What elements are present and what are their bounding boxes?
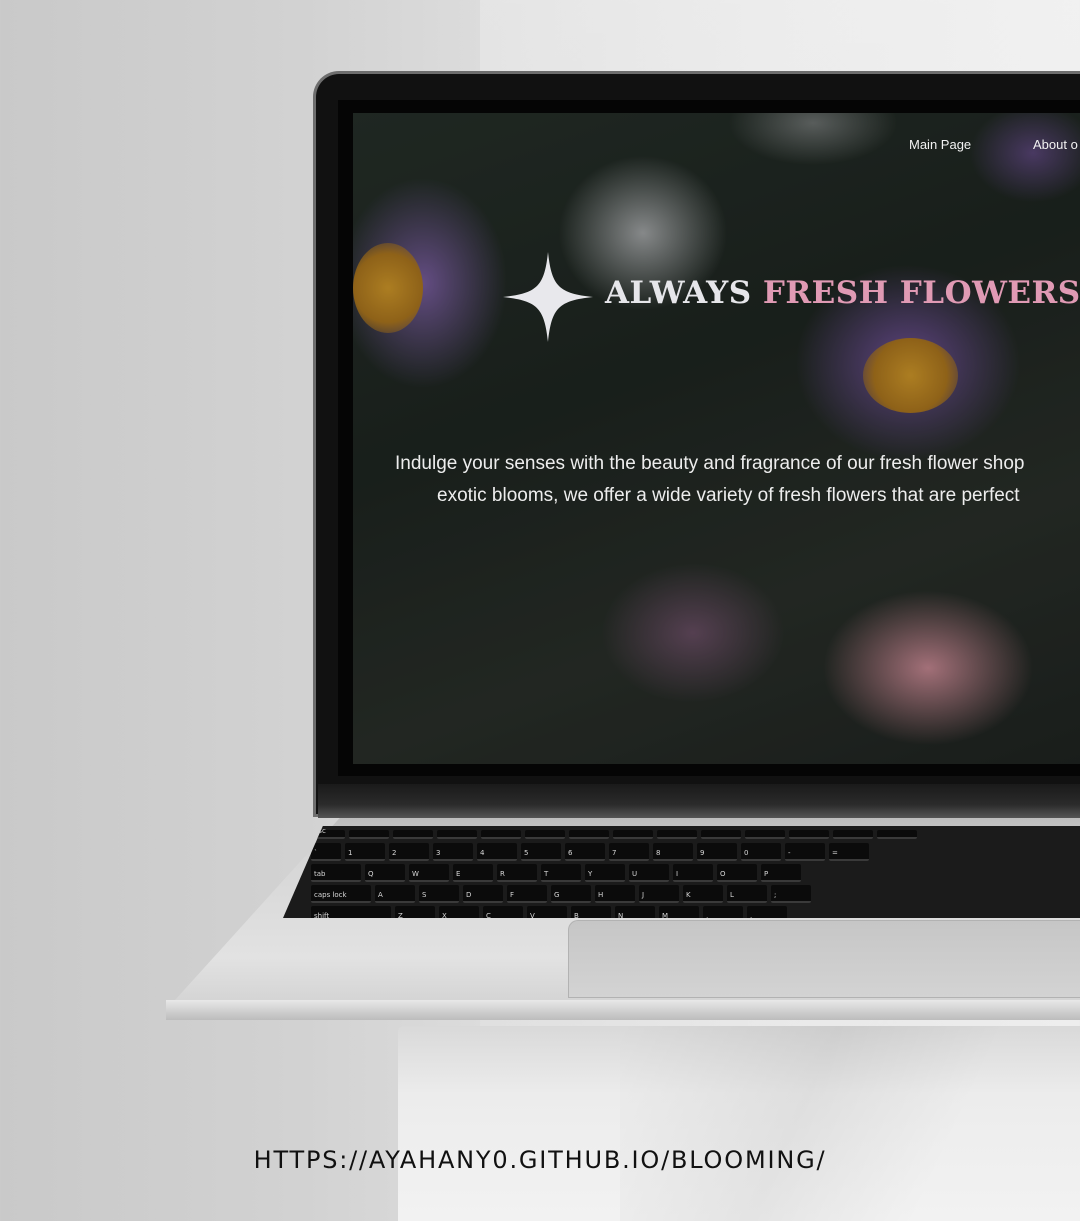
hero-description: Indulge your senses with the beauty and … [395, 448, 1080, 512]
key [701, 830, 741, 839]
key: O [717, 864, 757, 882]
key [745, 830, 785, 839]
keyboard-row: caps lock A S D F G H J K L ; [311, 885, 1080, 903]
key: 3 [433, 843, 473, 861]
key: 9 [697, 843, 737, 861]
trackpad [568, 920, 1080, 998]
website-screen: Main Page About o ALWAYS FRESH FLOWERS I… [353, 113, 1080, 764]
key: E [453, 864, 493, 882]
key: L [727, 885, 767, 903]
key [877, 830, 917, 839]
key [789, 830, 829, 839]
key: caps lock [311, 885, 371, 903]
key: ; [771, 885, 811, 903]
key [657, 830, 697, 839]
key: 8 [653, 843, 693, 861]
keyboard-row: ` 1 2 3 4 5 6 7 8 9 0 - = [311, 843, 1080, 861]
key: W [409, 864, 449, 882]
key: J [639, 885, 679, 903]
key [613, 830, 653, 839]
nav-link-main-page[interactable]: Main Page [909, 137, 971, 152]
sparkle-logo-icon [503, 252, 593, 342]
hero-title: ALWAYS FRESH FLOWERS [605, 275, 1080, 311]
key: D [463, 885, 503, 903]
key [525, 830, 565, 839]
key: R [497, 864, 537, 882]
key: H [595, 885, 635, 903]
key: - [785, 843, 825, 861]
key [569, 830, 609, 839]
key [393, 830, 433, 839]
key: T [541, 864, 581, 882]
key: P [761, 864, 801, 882]
key: G [551, 885, 591, 903]
key: 0 [741, 843, 781, 861]
laptop-hinge [318, 784, 1080, 818]
key: K [683, 885, 723, 903]
nav-link-about[interactable]: About o [1033, 137, 1078, 152]
key: 7 [609, 843, 649, 861]
key: Y [585, 864, 625, 882]
key: 1 [345, 843, 385, 861]
hero-description-line-1: Indulge your senses with the beauty and … [395, 453, 1025, 474]
key [833, 830, 873, 839]
hero-title-fresh-flowers: FRESH FLOWERS [762, 275, 1080, 311]
url-caption: HTTPS://AYAHANY0.GITHUB.IO/BLOOMING/ [0, 1146, 1080, 1174]
key: S [419, 885, 459, 903]
hero-title-always: ALWAYS [605, 275, 752, 311]
site-nav: Main Page About o [353, 137, 1080, 157]
key [437, 830, 477, 839]
key: ` [311, 843, 341, 861]
key [349, 830, 389, 839]
key: esc [311, 827, 345, 839]
key: A [375, 885, 415, 903]
key: F [507, 885, 547, 903]
key: Q [365, 864, 405, 882]
url-caption-text: HTTPS://AYAHANY0.GITHUB.IO/BLOOMING/ [253, 1146, 827, 1174]
keyboard-row: tab Q W E R T Y U I O P [311, 864, 1080, 882]
laptop-base-edge [166, 1000, 1080, 1020]
hero-overlay [353, 113, 1080, 764]
key: 4 [477, 843, 517, 861]
pedestal-shadow [620, 1026, 1080, 1221]
keyboard-row: esc [311, 827, 1080, 840]
keyboard: esc ` 1 2 3 4 5 6 7 8 9 0 - = tab Q W E … [283, 826, 1080, 918]
key: 6 [565, 843, 605, 861]
key: U [629, 864, 669, 882]
key: = [829, 843, 869, 861]
key: 5 [521, 843, 561, 861]
key [481, 830, 521, 839]
hero-description-line-2: exotic blooms, we offer a wide variety o… [437, 485, 1020, 506]
key: 2 [389, 843, 429, 861]
key: tab [311, 864, 361, 882]
key: I [673, 864, 713, 882]
